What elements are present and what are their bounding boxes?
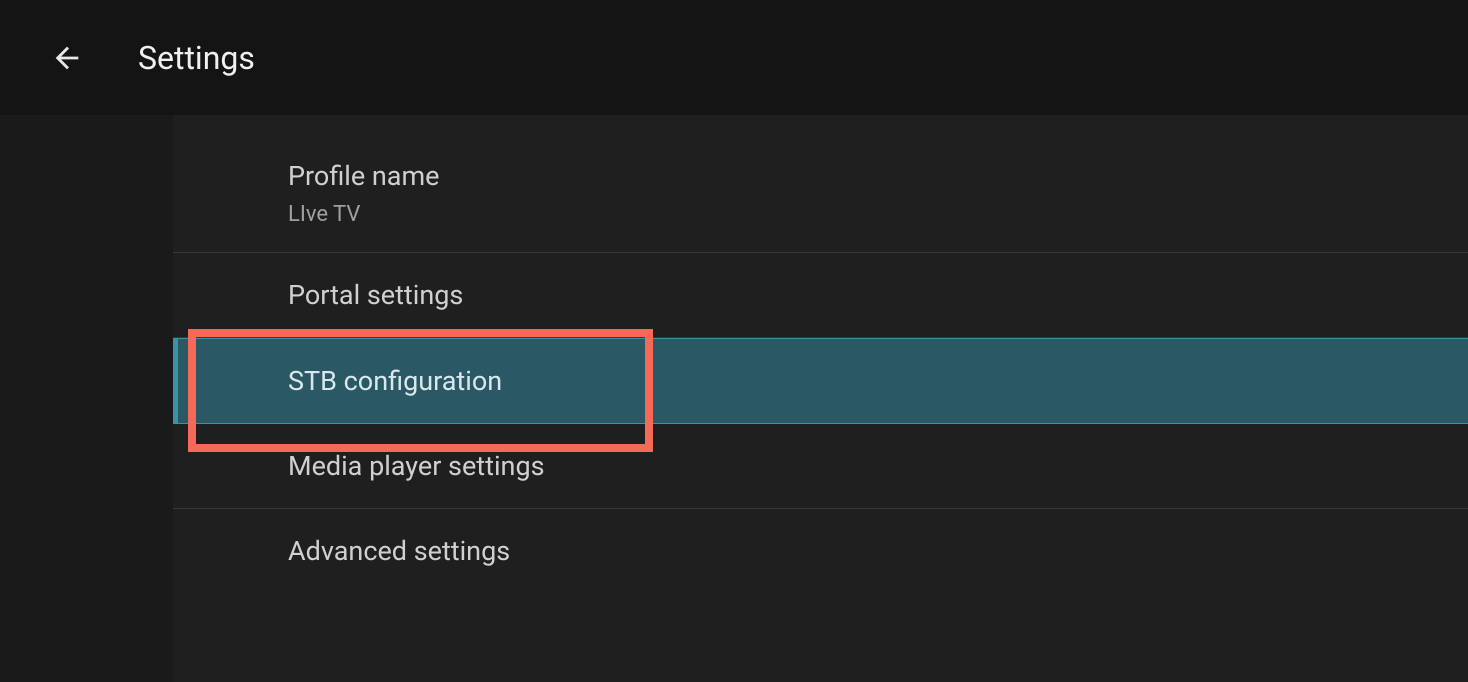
setting-item-advanced-settings[interactable]: Advanced settings: [173, 509, 1468, 593]
settings-list: Profile name LIve TV Portal settings STB…: [173, 115, 1468, 682]
setting-title: STB configuration: [288, 365, 1468, 397]
sidebar-spacer: [0, 115, 173, 682]
setting-title: Portal settings: [288, 279, 1468, 311]
setting-item-media-player-settings[interactable]: Media player settings: [173, 424, 1468, 509]
page-title: Settings: [138, 39, 255, 77]
setting-subtitle: LIve TV: [288, 202, 1468, 227]
setting-title: Advanced settings: [288, 535, 1468, 567]
header: Settings: [0, 0, 1468, 115]
setting-title: Media player settings: [288, 450, 1468, 482]
setting-title: Profile name: [288, 160, 1468, 192]
back-arrow-icon[interactable]: [50, 41, 84, 75]
setting-item-portal-settings[interactable]: Portal settings: [173, 253, 1468, 338]
setting-item-stb-configuration[interactable]: STB configuration: [173, 338, 1468, 424]
content-wrapper: Profile name LIve TV Portal settings STB…: [0, 115, 1468, 682]
setting-item-profile-name[interactable]: Profile name LIve TV: [173, 135, 1468, 253]
